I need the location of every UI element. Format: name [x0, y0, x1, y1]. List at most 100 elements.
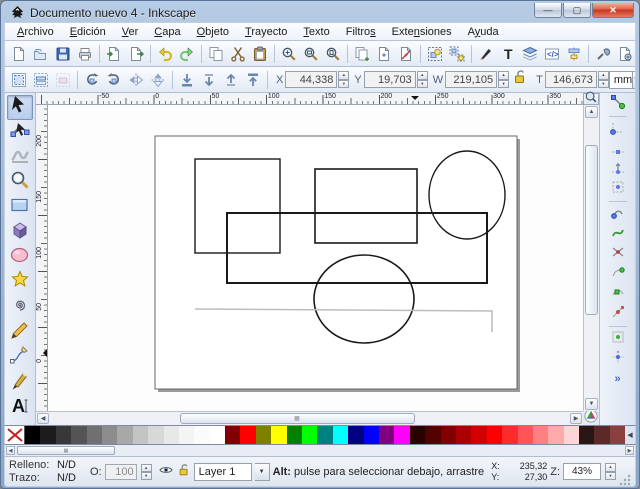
- layer-select[interactable]: Layer 1: [194, 463, 252, 481]
- color-managed-view-button[interactable]: [583, 411, 599, 425]
- export-button[interactable]: [125, 43, 147, 65]
- opacity-spinner[interactable]: ▲▼: [141, 464, 152, 480]
- open-document-button[interactable]: [30, 43, 52, 65]
- deselect-button[interactable]: [52, 69, 74, 91]
- lower-to-bottom-button[interactable]: [176, 69, 198, 91]
- palette-swatch[interactable]: [117, 426, 132, 444]
- lock-ratio-icon[interactable]: [512, 69, 528, 90]
- menu-filtros[interactable]: Filtros: [338, 24, 384, 40]
- zoom-spinner[interactable]: ▲▼: [605, 463, 616, 480]
- zoom-drawing-button[interactable]: [300, 43, 322, 65]
- y-spinner[interactable]: ▲▼: [417, 71, 428, 88]
- palette-swatch[interactable]: [502, 426, 517, 444]
- xml-editor-button[interactable]: </>: [541, 43, 563, 65]
- align-dialog-button[interactable]: [563, 43, 585, 65]
- tool-text-button[interactable]: A: [7, 395, 33, 420]
- import-button[interactable]: [103, 43, 125, 65]
- print-button[interactable]: [74, 43, 96, 65]
- zoom-field[interactable]: 43%: [563, 463, 601, 480]
- drawing-canvas[interactable]: [48, 105, 583, 411]
- palette-swatch[interactable]: [564, 426, 579, 444]
- layer-lock-icon[interactable]: [177, 463, 191, 480]
- fill-stroke-indicator[interactable]: Relleno: N/D Trazo: N/D: [9, 459, 87, 485]
- palette-swatch[interactable]: [87, 426, 102, 444]
- snap-bbox-centers-button[interactable]: [606, 179, 630, 199]
- palette-scrollbar-thumb[interactable]: ▦: [17, 446, 115, 455]
- palette-swatch[interactable]: [518, 426, 533, 444]
- zoom-page-button[interactable]: [322, 43, 344, 65]
- save-document-button[interactable]: [52, 43, 74, 65]
- duplicate-button[interactable]: [351, 43, 373, 65]
- palette-swatch[interactable]: [179, 426, 194, 444]
- group-button[interactable]: [424, 43, 446, 65]
- palette-swatch[interactable]: [256, 426, 271, 444]
- snapbar-overflow-chevron[interactable]: »: [614, 373, 620, 385]
- resize-grip[interactable]: [619, 474, 631, 486]
- vertical-ruler[interactable]: 200150100500: [36, 105, 48, 411]
- palette-swatch[interactable]: [25, 426, 40, 444]
- width-field[interactable]: 219,105: [445, 71, 497, 88]
- menu-extensiones[interactable]: Extensiones: [384, 24, 460, 40]
- palette-scrollbar[interactable]: ◀ ▦ ▶: [4, 445, 636, 456]
- copy-button[interactable]: [205, 43, 227, 65]
- cut-button[interactable]: [227, 43, 249, 65]
- tool-calligraphy-button[interactable]: [7, 370, 33, 395]
- palette-swatch[interactable]: [333, 426, 348, 444]
- tool-zoom-button[interactable]: [7, 170, 33, 195]
- palette-swatch[interactable]: [425, 426, 440, 444]
- tool-pencil-button[interactable]: [7, 320, 33, 345]
- horizontal-scroll-thumb[interactable]: ▦: [180, 413, 415, 424]
- height-spinner[interactable]: ▲▼: [598, 71, 609, 88]
- snap-object-centers-button[interactable]: [606, 329, 630, 349]
- scroll-left-icon[interactable]: ◀: [37, 413, 49, 424]
- unlink-clone-button[interactable]: [395, 43, 417, 65]
- snap-path-intersections-button[interactable]: [606, 244, 630, 264]
- undo-button[interactable]: [154, 43, 176, 65]
- palette-swatch[interactable]: [548, 426, 563, 444]
- snap-bbox-edges-button[interactable]: [606, 139, 630, 159]
- palette-scroll-left-icon[interactable]: ◀: [625, 426, 635, 444]
- horizontal-ruler[interactable]: -50050100150200250300350: [36, 93, 583, 105]
- palette-swatch[interactable]: [102, 426, 117, 444]
- unit-select[interactable]: mm: [609, 71, 633, 89]
- canvas-viewport[interactable]: [48, 105, 583, 411]
- text-dialog-button[interactable]: T: [497, 43, 519, 65]
- snap-bbox-corners-button[interactable]: [606, 159, 630, 179]
- palette-swatch[interactable]: [271, 426, 286, 444]
- palette-swatch[interactable]: [194, 426, 209, 444]
- palette-swatch[interactable]: [394, 426, 409, 444]
- raise-button[interactable]: [220, 69, 242, 91]
- layers-dialog-button[interactable]: [519, 43, 541, 65]
- palette-swatch[interactable]: [456, 426, 471, 444]
- unit-dropdown-icon[interactable]: ▼: [633, 71, 636, 89]
- snap-cusp-nodes-button[interactable]: [606, 264, 630, 284]
- palette-swatch[interactable]: [148, 426, 163, 444]
- clone-button[interactable]: [373, 43, 395, 65]
- scroll-up-icon[interactable]: ▲: [585, 106, 598, 118]
- minimize-button[interactable]: —: [534, 3, 562, 18]
- maximize-button[interactable]: ▢: [563, 3, 591, 18]
- menu-trayecto[interactable]: Trayecto: [237, 24, 295, 40]
- ungroup-button[interactable]: [446, 43, 468, 65]
- snap-smooth-nodes-button[interactable]: [606, 284, 630, 304]
- palette-swatch[interactable]: [471, 426, 486, 444]
- tool-3dbox-button[interactable]: [7, 220, 33, 245]
- palette-swatch[interactable]: [410, 426, 425, 444]
- palette-swatch[interactable]: [364, 426, 379, 444]
- layer-dropdown-icon[interactable]: ▼: [255, 463, 270, 481]
- opacity-field[interactable]: 100: [105, 464, 137, 480]
- width-spinner[interactable]: ▲▼: [498, 71, 509, 88]
- paste-button[interactable]: [249, 43, 271, 65]
- palette-swatch[interactable]: [71, 426, 86, 444]
- snap-bbox-button[interactable]: [606, 119, 630, 139]
- snap-paths-button[interactable]: [606, 224, 630, 244]
- snap-enable-button[interactable]: [606, 94, 630, 114]
- select-all-button[interactable]: [8, 69, 30, 91]
- select-all-layers-button[interactable]: [30, 69, 52, 91]
- tool-node-button[interactable]: [7, 120, 33, 145]
- no-color-swatch[interactable]: [5, 426, 25, 444]
- palette-swatch[interactable]: [210, 426, 225, 444]
- palette-swatch[interactable]: [164, 426, 179, 444]
- scroll-down-icon[interactable]: ▼: [585, 398, 598, 410]
- tool-spiral-button[interactable]: [7, 295, 33, 320]
